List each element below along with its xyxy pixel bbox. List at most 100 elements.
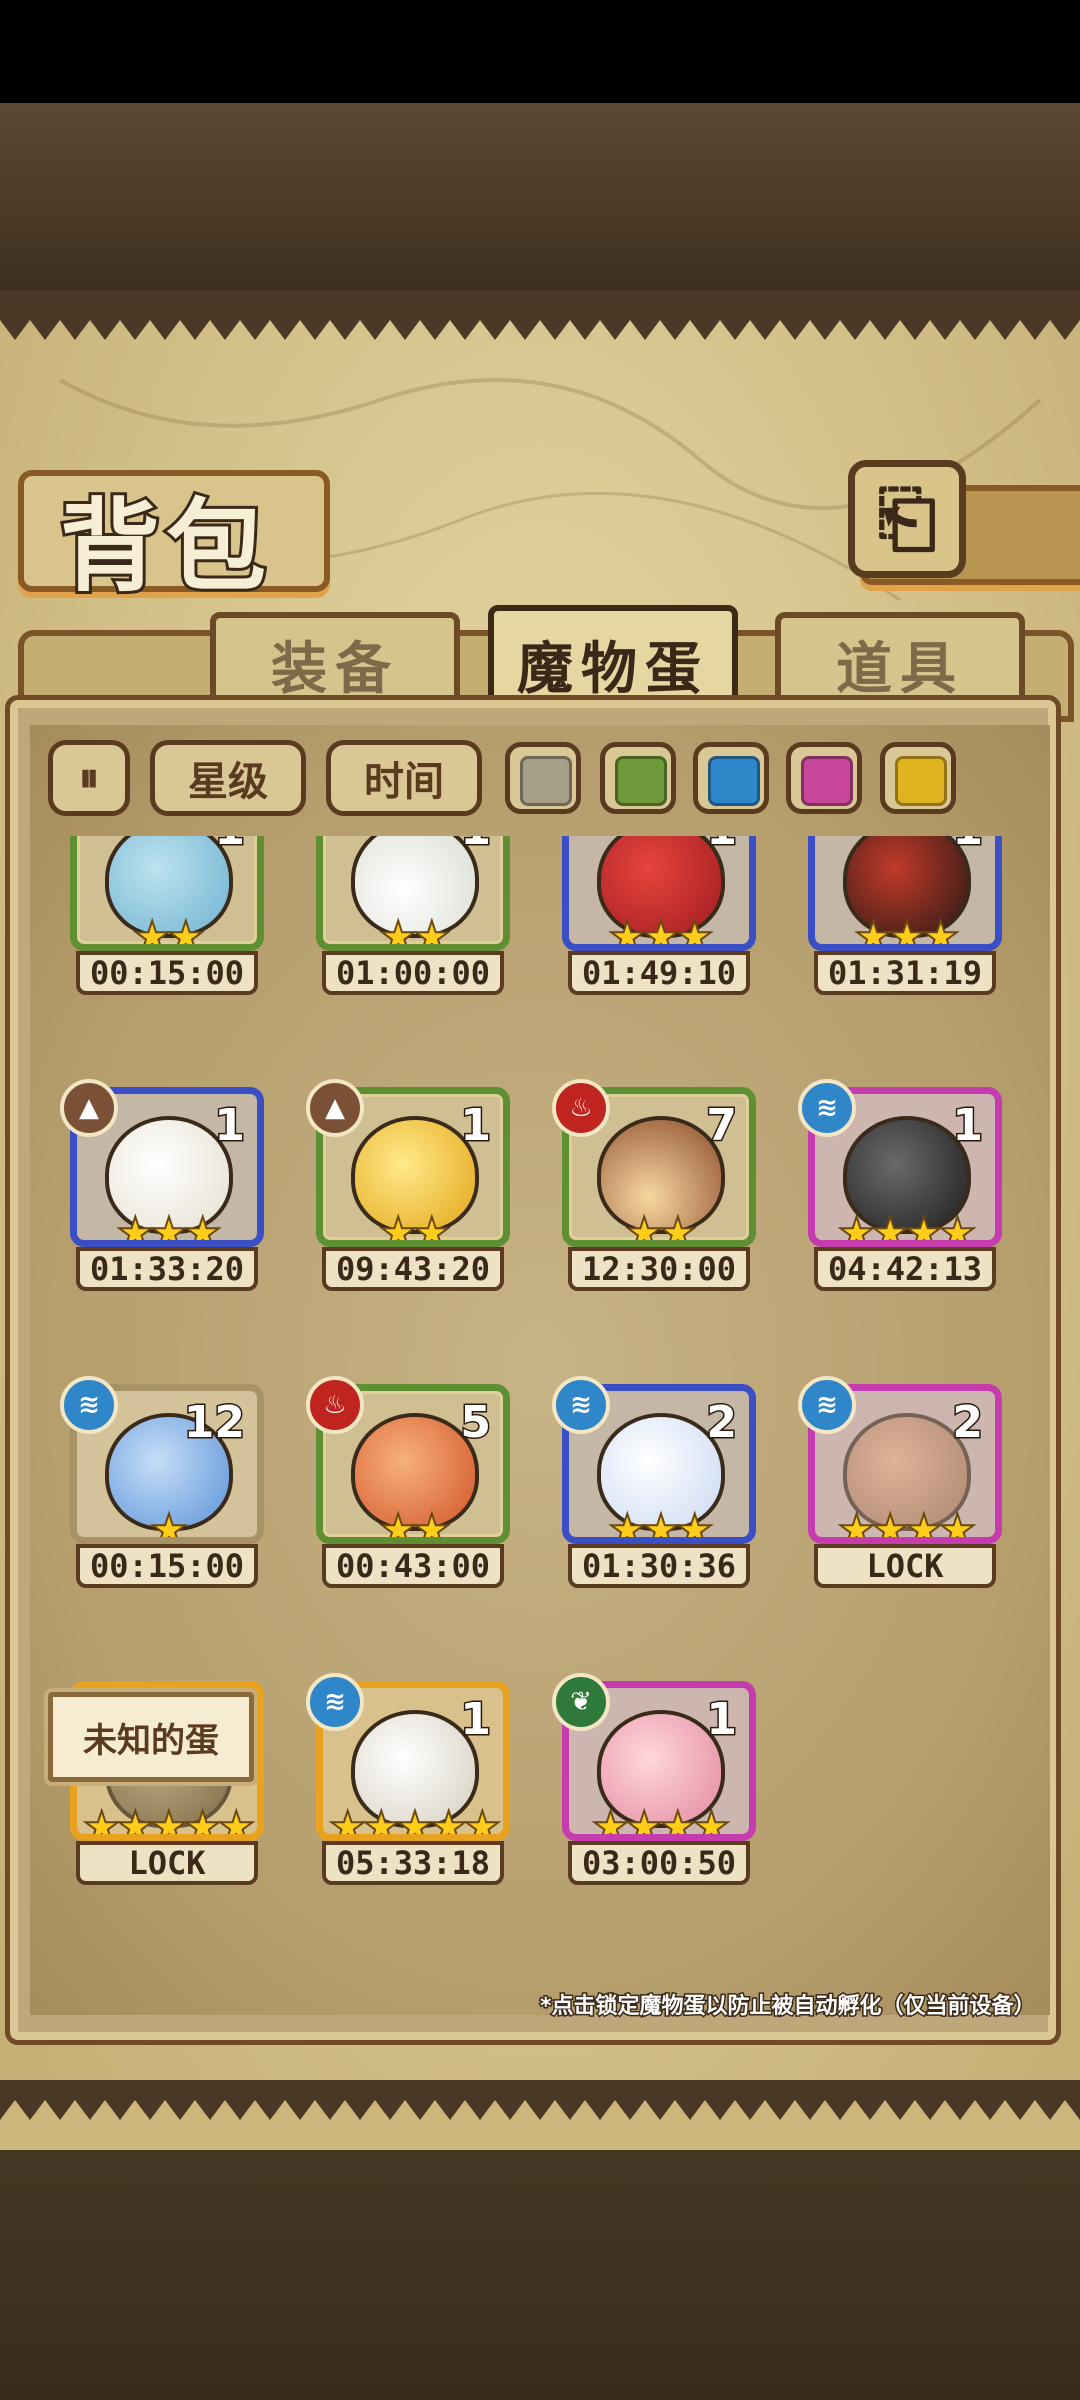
egg-count: 1 (213, 1099, 247, 1153)
egg-count: 5 (459, 1396, 493, 1450)
filter-blue[interactable] (693, 742, 769, 814)
tab-label: 装备 (271, 635, 399, 702)
map-background-top (0, 103, 1080, 293)
swatch-color (520, 756, 572, 806)
egg-count: 2 (705, 1396, 739, 1450)
egg-slot[interactable]: 1 ★★ 01:00:00 (312, 836, 517, 1006)
egg-grid: 1 ★★ 00:15:00 1 ★★ 01:00:00 1 ★★★ 01:49:… (40, 836, 1040, 2026)
water-element-icon: ≋ (798, 1376, 856, 1434)
egg-count: 1 (213, 836, 247, 857)
star-rating: ★★★ (608, 912, 715, 951)
tab-label: 魔物蛋 (517, 635, 709, 702)
star-rating: ★★★★ (837, 1208, 978, 1247)
earth-element-icon: ▲ (306, 1079, 364, 1137)
fire-element-icon: ♨ (306, 1376, 364, 1434)
tooltip-text: 未知的蛋 (83, 1720, 219, 1761)
sort-by-time-button[interactable]: 时间 (326, 740, 482, 816)
egg-slot[interactable]: 1 ★★★ ▲ 01:33:20 (60, 1079, 271, 1302)
hatch-timer: 00:43:00 (322, 1544, 504, 1588)
egg-slot[interactable]: 1 ★★★★ ≋ 04:42:13 (798, 1079, 1009, 1302)
sort-star-label: 星级 (188, 759, 268, 805)
hatch-timer: 01:49:10 (568, 951, 750, 995)
egg-count: 1 (951, 1099, 985, 1153)
status-bar (0, 0, 1080, 103)
egg-slot[interactable]: 7 ★★ ♨ 12:30:00 (552, 1079, 763, 1302)
star-rating: ★★★ (854, 912, 961, 951)
swatch-color (801, 756, 853, 806)
hatch-timer: 01:31:19 (814, 951, 996, 995)
water-element-icon: ≋ (306, 1673, 364, 1731)
star-rating: ★★★ (608, 1505, 715, 1544)
egg-slot[interactable]: 1 ★★★★ ❦ 03:00:50 (552, 1673, 763, 1896)
swatch-color (708, 756, 760, 806)
egg-card: 1 ★★★ (562, 836, 756, 951)
star-rating: ★★★★ (591, 1802, 732, 1841)
leaf-element-icon: ❦ (552, 1673, 610, 1731)
filter-gray[interactable] (505, 742, 581, 814)
egg-slot[interactable]: 5 ★★ ♨ 00:43:00 (306, 1376, 517, 1599)
egg-card: 1 ★★ (316, 836, 510, 951)
egg-count: 2 (951, 1396, 985, 1450)
swatch-color (615, 756, 667, 806)
hatch-timer: 09:43:20 (322, 1247, 504, 1291)
egg-slot[interactable]: 1 ★★★ 01:31:19 (804, 836, 1009, 1006)
hatch-timer: 04:42:13 (814, 1247, 996, 1291)
star-rating: ★★ (378, 912, 451, 951)
star-rating: ★★ (132, 912, 205, 951)
egg-count: 1 (459, 1693, 493, 1747)
lock-label: LOCK (814, 1544, 996, 1588)
egg-count: 1 (705, 836, 739, 857)
hatch-timer: 00:15:00 (76, 1544, 258, 1588)
hatch-timer: 03:00:50 (568, 1841, 750, 1885)
star-rating: ★★ (624, 1208, 697, 1247)
hatch-timer: 01:30:36 (568, 1544, 750, 1588)
egg-slot[interactable]: 2 ★★★ ≋ 01:30:36 (552, 1376, 763, 1599)
star-rating: ★★★★★ (82, 1802, 256, 1841)
hatch-timer: 05:33:18 (322, 1841, 504, 1885)
egg-count: 1 (459, 836, 493, 857)
egg-count: 1 (705, 1693, 739, 1747)
fire-element-icon: ♨ (552, 1079, 610, 1137)
star-rating: ★★★ (116, 1208, 223, 1247)
egg-slot[interactable]: 1 ★★★ 01:49:10 (558, 836, 763, 1006)
egg-slot[interactable]: 12 ★ ≋ 00:15:00 (60, 1376, 271, 1599)
star-rating: ★★★★ (837, 1505, 978, 1544)
filter-pink[interactable] (786, 742, 862, 814)
egg-slot[interactable]: 2 ★★★★ ≋ LOCK (798, 1376, 1009, 1599)
egg-card: 1 ★★ (70, 836, 264, 951)
star-rating: ★ (149, 1505, 189, 1544)
hatch-timer: 01:00:00 (322, 951, 504, 995)
star-rating: ★★ (378, 1505, 451, 1544)
star-rating: ★★ (378, 1208, 451, 1247)
sort-by-star-button[interactable]: 星级 (150, 740, 306, 816)
sort-order-toggle[interactable]: ⏸ (48, 740, 130, 816)
filter-green[interactable] (600, 742, 676, 814)
egg-card: 1 ★★★ (808, 836, 1002, 951)
sort-time-label: 时间 (364, 759, 444, 805)
hatch-timer: 01:33:20 (76, 1247, 258, 1291)
egg-tooltip: 未知的蛋 (44, 1688, 258, 1786)
back-arrow-icon: ⎗ (877, 476, 937, 562)
swatch-color (895, 756, 947, 806)
egg-count: 1 (459, 1099, 493, 1153)
page-title: 背包 (57, 484, 272, 608)
egg-count: 7 (705, 1099, 739, 1153)
star-rating: ★★★★★ (328, 1802, 502, 1841)
water-element-icon: ≋ (552, 1376, 610, 1434)
hatch-timer: 00:15:00 (76, 951, 258, 995)
lock-hint-text: *点击锁定魔物蛋以防止被自动孵化（仅当前设备） (539, 1993, 1038, 2021)
egg-slot[interactable]: 1 ★★ ▲ 09:43:20 (306, 1079, 517, 1302)
torn-edge-bottom (0, 2100, 1080, 2150)
water-element-icon: ≋ (60, 1376, 118, 1434)
egg-count: 12 (182, 1396, 246, 1450)
egg-slot[interactable]: 1 ★★ 00:15:00 (66, 836, 271, 1006)
water-element-icon: ≋ (798, 1079, 856, 1137)
egg-slot[interactable]: 1 ★★★★★ ≋ 05:33:18 (306, 1673, 517, 1896)
filter-gold[interactable] (880, 742, 956, 814)
egg-count: 1 (951, 836, 985, 857)
lock-label: LOCK (76, 1841, 258, 1885)
back-button[interactable]: ⎗ (848, 460, 966, 578)
pause-sort-icon: ⏸ (79, 755, 99, 801)
tab-label: 道具 (836, 635, 964, 702)
hatch-timer: 12:30:00 (568, 1247, 750, 1291)
